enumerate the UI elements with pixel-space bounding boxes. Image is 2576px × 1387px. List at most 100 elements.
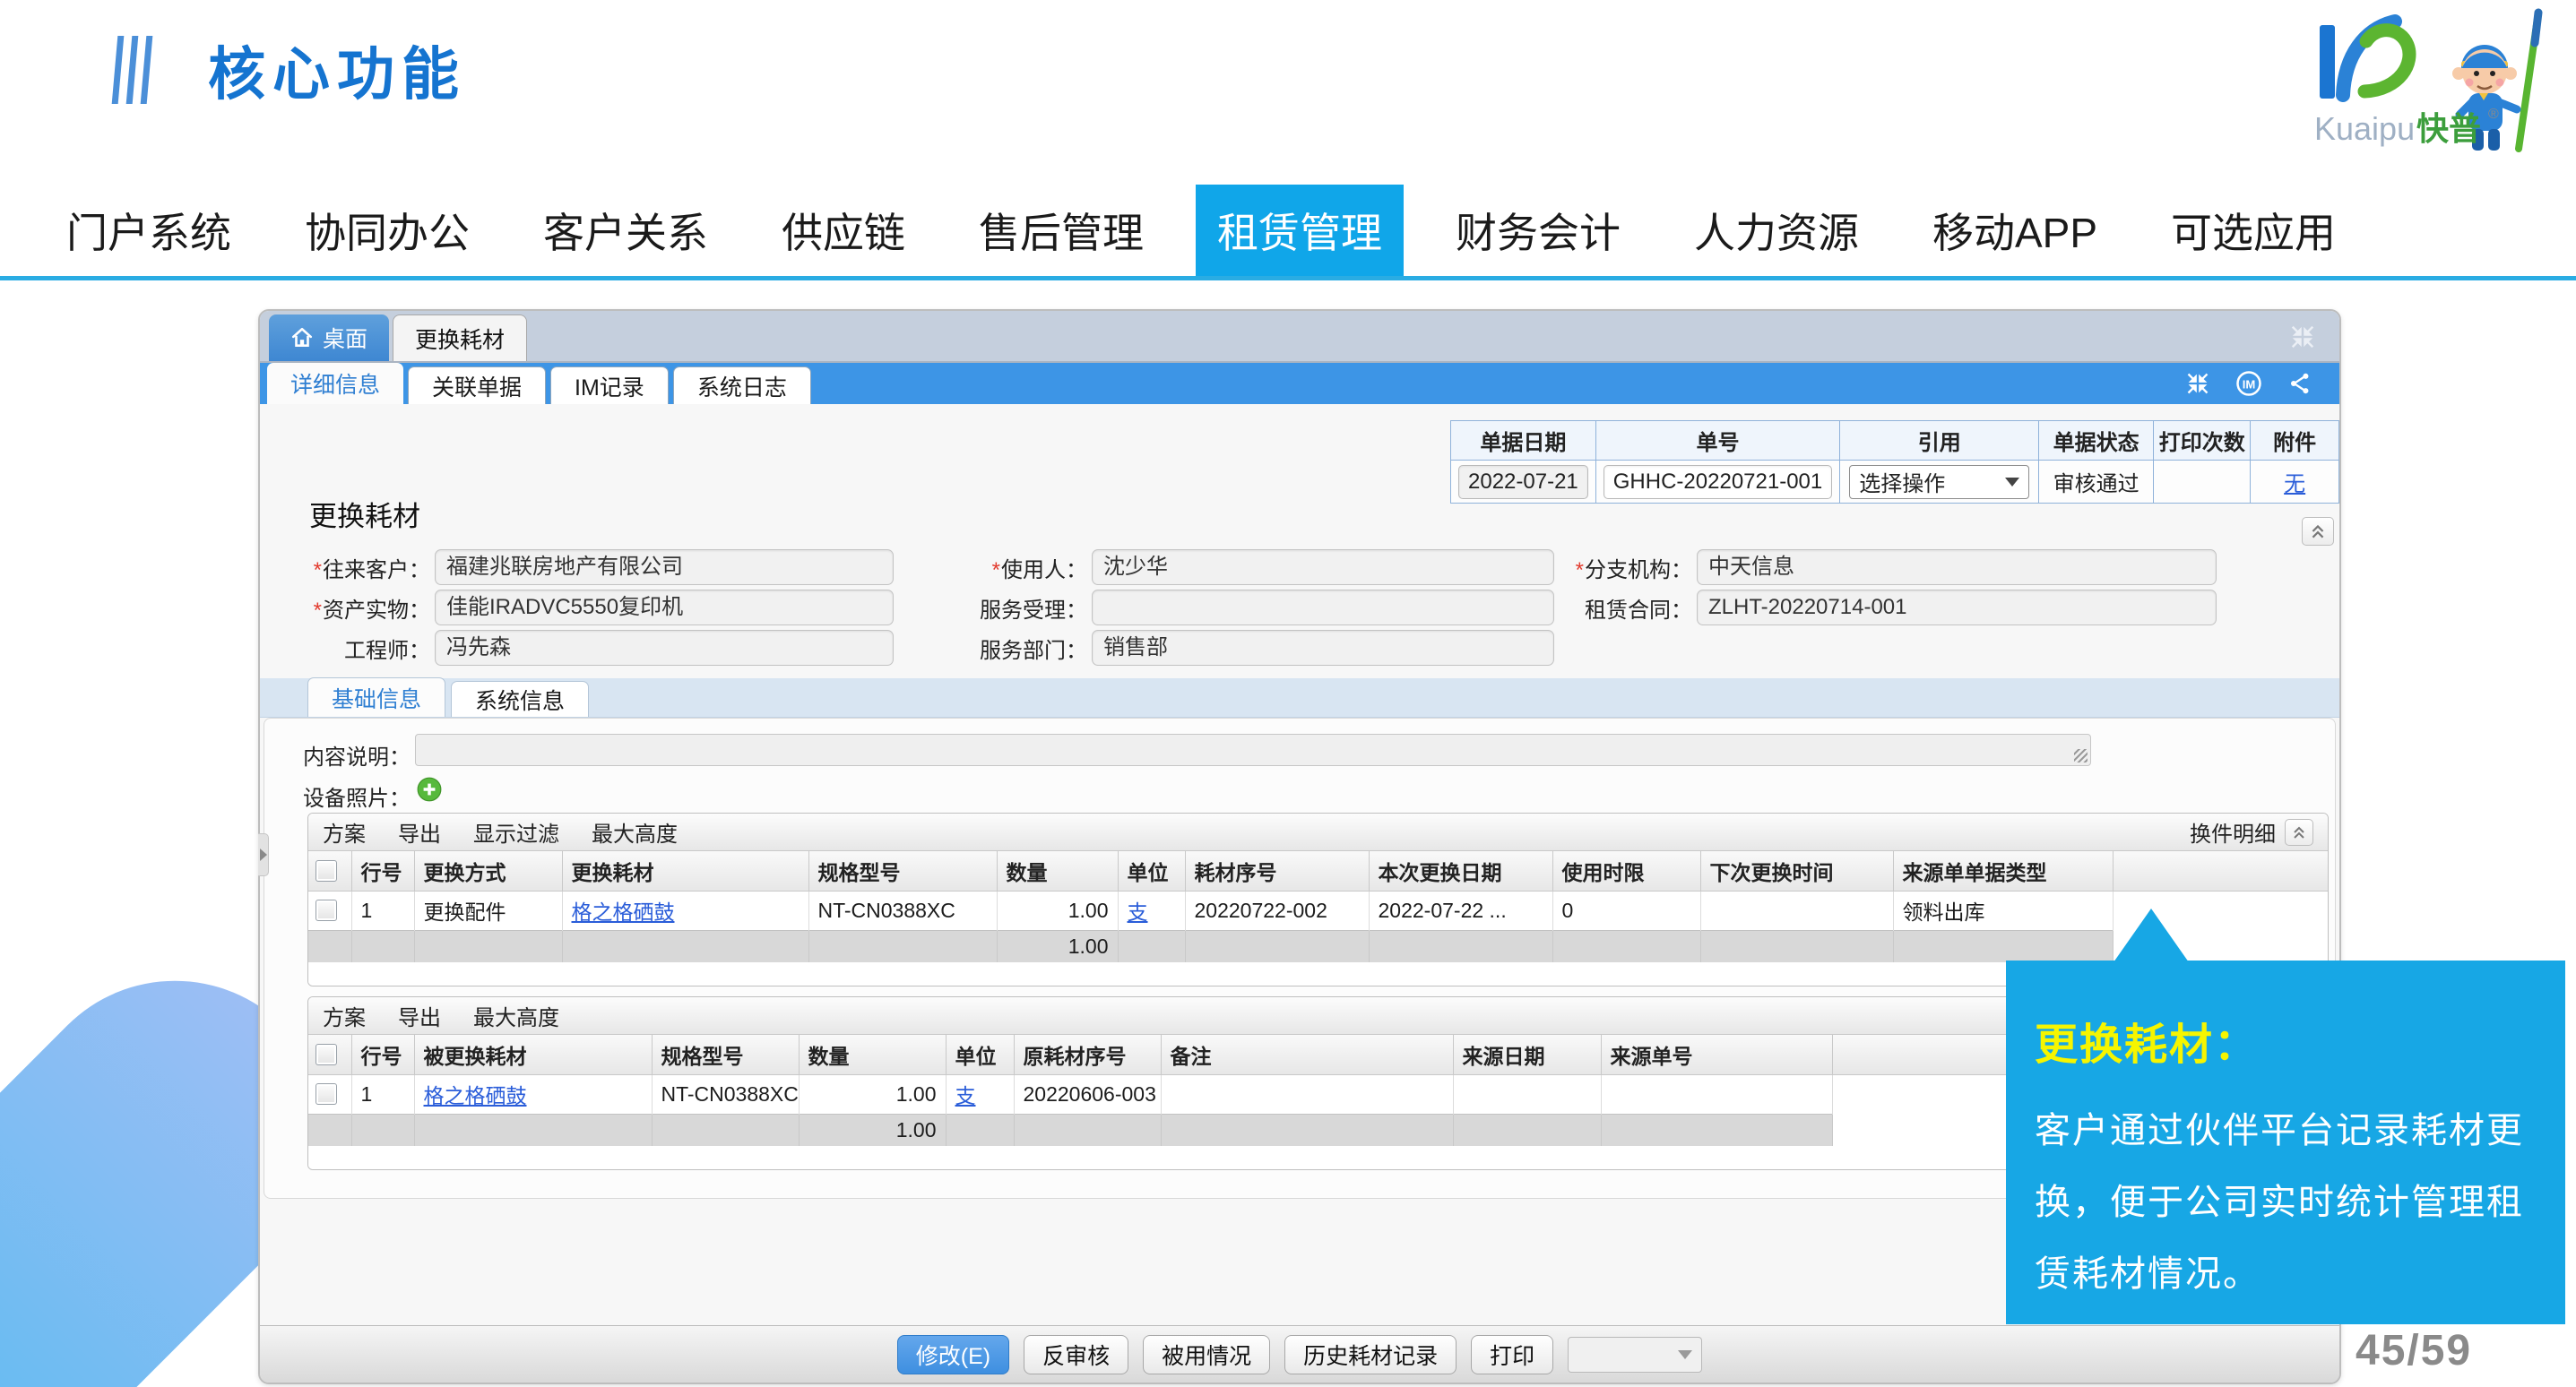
field-asset-input[interactable]: 佳能IRADVC5550复印机 bbox=[435, 590, 894, 625]
attachment-link[interactable]: 无 bbox=[2284, 472, 2305, 496]
field-service-accept-input[interactable] bbox=[1092, 590, 1554, 625]
history-records-button[interactable]: 历史耗材记录 bbox=[1284, 1335, 1457, 1374]
tab-basic-info[interactable]: 基础信息 bbox=[307, 677, 445, 717]
nav-item-mobile-app[interactable]: 移动APP bbox=[1911, 185, 2119, 276]
field-engineer-input[interactable]: 冯先森 bbox=[435, 630, 894, 666]
col-note: 备注 bbox=[1161, 1035, 1453, 1074]
field-user-label: 使用人： bbox=[1001, 558, 1087, 582]
nav-item-finance[interactable]: 财务会计 bbox=[1434, 185, 1642, 276]
tab-system-info[interactable]: 系统信息 bbox=[451, 681, 589, 717]
col-source-no: 来源单号 bbox=[1601, 1035, 1832, 1074]
unit-link[interactable]: 支 bbox=[1128, 900, 1148, 924]
annotation-callout: 更换耗材： 客户通过伙伴平台记录耗材更换，便于公司实时统计管理租赁耗材情况。 bbox=[2006, 961, 2565, 1324]
nav-item-optional[interactable]: 可选应用 bbox=[2149, 185, 2357, 276]
window-collapse-button[interactable] bbox=[2289, 323, 2316, 355]
field-service-dept-input[interactable]: 销售部 bbox=[1092, 630, 1554, 666]
ref-operation-select[interactable]: 选择操作 bbox=[1849, 465, 2029, 499]
field-branch-input[interactable]: 中天信息 bbox=[1697, 549, 2217, 585]
tab-system-log-label: 系统日志 bbox=[697, 370, 787, 402]
row-checkbox[interactable] bbox=[316, 900, 337, 921]
select-all-checkbox[interactable] bbox=[316, 860, 337, 882]
tab-related-docs-label: 关联单据 bbox=[432, 370, 522, 402]
field-asset-label: 资产实物： bbox=[323, 599, 430, 623]
col-usage-life: 使用时限 bbox=[1552, 851, 1700, 891]
col-unit: 单位 bbox=[1118, 851, 1185, 891]
compress-view-button[interactable] bbox=[2185, 371, 2210, 396]
tab-replace-consumables[interactable]: 更换耗材 bbox=[393, 314, 527, 361]
nav-item-scm[interactable]: 供应链 bbox=[760, 185, 927, 276]
callout-pointer bbox=[2114, 909, 2189, 962]
col-next-replace: 下次更换时间 bbox=[1700, 851, 1893, 891]
more-actions-select[interactable] bbox=[1568, 1337, 1702, 1373]
collapse-table1-button[interactable] bbox=[2285, 819, 2313, 846]
tab-desktop[interactable]: 桌面 bbox=[269, 314, 389, 361]
toolbar-link-plan[interactable]: 方案 bbox=[323, 1000, 366, 1031]
field-engineer-label: 工程师： bbox=[344, 639, 430, 663]
toolbar-link-max-height[interactable]: 最大高度 bbox=[592, 816, 678, 848]
toolbar-link-export[interactable]: 导出 bbox=[398, 1000, 441, 1031]
unit-link[interactable]: 支 bbox=[955, 1084, 976, 1107]
doc-date-value[interactable]: 2022-07-21 bbox=[1458, 465, 1588, 499]
doc-info-table: 单据日期 单号 引用 单据状态 打印次数 附件 2022-07-21 GHHC-… bbox=[1450, 420, 2339, 504]
field-customer-label: 往来客户： bbox=[323, 558, 430, 582]
reverse-audit-button[interactable]: 反审核 bbox=[1024, 1335, 1128, 1374]
nav-divider-line bbox=[0, 276, 2576, 280]
field-engineer: 工程师： 冯先森 bbox=[294, 630, 894, 666]
nav-item-crm[interactable]: 客户关系 bbox=[522, 185, 730, 276]
material-link[interactable]: 格之格硒鼓 bbox=[572, 900, 675, 924]
field-user: *使用人： 沈少华 bbox=[944, 549, 1554, 585]
tab-im-records[interactable]: IM记录 bbox=[550, 366, 669, 404]
nav-item-oa[interactable]: 协同办公 bbox=[283, 185, 491, 276]
toolbar-link-plan[interactable]: 方案 bbox=[323, 816, 366, 848]
nav-item-portal[interactable]: 门户系统 bbox=[45, 185, 253, 276]
col-source-doc-type: 来源单单据类型 bbox=[1893, 851, 2113, 891]
im-button[interactable]: IM bbox=[2235, 370, 2262, 397]
field-user-input[interactable]: 沈少华 bbox=[1092, 549, 1554, 585]
nav-item-aftersales[interactable]: 售后管理 bbox=[957, 185, 1165, 276]
row-checkbox[interactable] bbox=[316, 1083, 337, 1105]
nav-item-rental-active[interactable]: 租赁管理 bbox=[1196, 185, 1404, 276]
toolbar-link-show-filter[interactable]: 显示过滤 bbox=[473, 816, 559, 848]
toolbar-link-export[interactable]: 导出 bbox=[398, 816, 441, 848]
side-panel-toggle[interactable] bbox=[258, 833, 269, 876]
share-button[interactable] bbox=[2287, 371, 2312, 396]
col-row-no: 行号 bbox=[351, 851, 414, 891]
double-chevron-up-icon bbox=[2309, 522, 2327, 540]
resize-handle-icon[interactable] bbox=[2074, 749, 2088, 762]
main-nav: 门户系统 协同办公 客户关系 供应链 售后管理 租赁管理 财务会计 人力资源 移… bbox=[0, 185, 2576, 276]
print-button[interactable]: 打印 bbox=[1471, 1335, 1553, 1374]
doc-number-value[interactable]: GHHC-20220721-001 bbox=[1604, 465, 1832, 499]
chevron-down-icon bbox=[2005, 478, 2019, 487]
device-photo-label: 设备照片： bbox=[276, 780, 411, 812]
doc-status-value: 审核通过 bbox=[2053, 472, 2139, 496]
usage-status-button[interactable]: 被用情况 bbox=[1143, 1335, 1270, 1374]
material-link[interactable]: 格之格硒鼓 bbox=[424, 1084, 527, 1107]
required-mark: * bbox=[314, 558, 322, 582]
double-chevron-up-icon bbox=[2291, 824, 2307, 840]
slide: 核心功能 Kuaipu 快普 ® bbox=[0, 0, 2576, 1387]
field-customer-input[interactable]: 福建兆联房地产有限公司 bbox=[435, 549, 894, 585]
select-all-checkbox[interactable] bbox=[316, 1044, 337, 1065]
tab-doc-label: 更换耗材 bbox=[415, 323, 505, 355]
field-service-accept-label: 服务受理： bbox=[980, 599, 1087, 623]
col-qty: 数量 bbox=[997, 851, 1118, 891]
table-row[interactable]: 1 更换配件 格之格硒鼓 NT-CN0388XC 1.00 支 20220722… bbox=[308, 891, 2328, 930]
nav-item-hr[interactable]: 人力资源 bbox=[1673, 185, 1880, 276]
im-icon-label: IM bbox=[2243, 378, 2256, 392]
collapse-header-button[interactable] bbox=[2302, 517, 2334, 546]
ref-operation-select-value: 选择操作 bbox=[1859, 466, 1945, 497]
tab-system-log[interactable]: 系统日志 bbox=[673, 366, 811, 404]
tab-desktop-label: 桌面 bbox=[323, 322, 367, 354]
add-photo-button[interactable] bbox=[417, 777, 442, 806]
document-title: 更换耗材 bbox=[309, 494, 420, 534]
toolbar-link-max-height[interactable]: 最大高度 bbox=[473, 1000, 559, 1031]
summary-row: 1.00 bbox=[308, 930, 2328, 962]
required-mark: * bbox=[992, 558, 1000, 582]
tab-detail-info[interactable]: 详细信息 bbox=[267, 363, 403, 404]
field-lease-contract-input[interactable]: ZLHT-20220714-001 bbox=[1697, 590, 2217, 625]
content-desc-textarea[interactable] bbox=[415, 734, 2091, 766]
col-replace-date: 本次更换日期 bbox=[1369, 851, 1552, 891]
tab-related-docs[interactable]: 关联单据 bbox=[408, 366, 546, 404]
doc-print-count-header: 打印次数 bbox=[2154, 421, 2251, 461]
modify-button[interactable]: 修改(E) bbox=[897, 1335, 1009, 1374]
